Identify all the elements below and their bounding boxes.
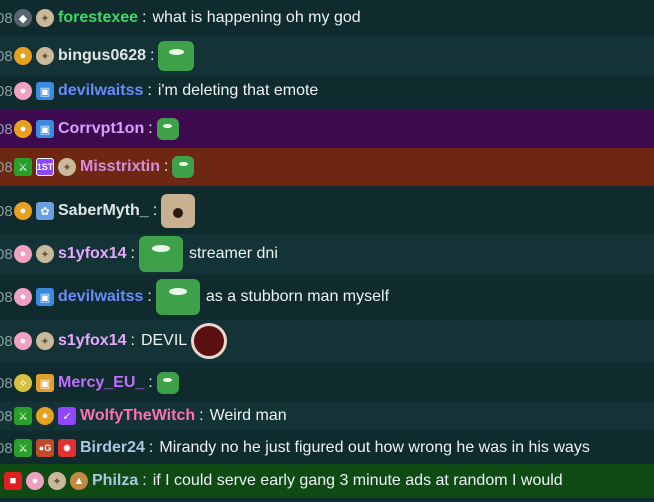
apple-badge-icon[interactable]: ● xyxy=(26,472,44,490)
timestamp: 08 xyxy=(0,82,13,100)
message-text: Mirandy no he just figured out how wrong… xyxy=(159,439,590,456)
frog-emote-icon[interactable] xyxy=(138,236,183,272)
message-text: what is happening oh my god xyxy=(152,9,361,26)
first-badge-icon[interactable]: 1ST xyxy=(36,158,54,176)
message-text: streamer dni xyxy=(188,245,278,262)
timestamp: 08 xyxy=(0,374,13,392)
chat-message: 08 ⚔ ● ✓ WolfyTheWitch: Weird man xyxy=(0,401,654,431)
gift-badge-icon[interactable]: ▣ xyxy=(36,374,54,392)
username[interactable]: Corrvpt1on xyxy=(58,120,144,138)
apple-badge-icon[interactable]: ● xyxy=(14,332,32,350)
username[interactable]: Mercy_EU_ xyxy=(58,374,144,392)
frog-emote-icon[interactable] xyxy=(158,41,195,71)
username[interactable]: forestexee xyxy=(58,9,138,27)
chat-message: 08 ● ▣ devilwaitss: i'm deleting that em… xyxy=(0,77,654,105)
message-text: i'm deleting that emote xyxy=(157,82,319,99)
timestamp: 08 xyxy=(0,439,13,457)
timestamp: 08 xyxy=(0,245,13,263)
timestamp: 08 xyxy=(0,9,13,27)
gift-badge-icon[interactable]: ▣ xyxy=(36,120,54,138)
wand-badge-icon[interactable]: ✧ xyxy=(14,374,32,392)
username[interactable]: SaberMyth_ xyxy=(58,202,149,220)
message-text: Weird man xyxy=(209,407,287,424)
star-badge-icon[interactable]: ✦ xyxy=(36,332,54,350)
chat-message: 08 ● ✦ s1yfox14: DEVIL xyxy=(0,320,654,362)
dog-emote-icon[interactable] xyxy=(161,194,196,228)
apple-badge-icon[interactable]: ● xyxy=(14,245,32,263)
message-text: if I could serve early gang 3 minute ads… xyxy=(152,472,563,489)
chat-message: 08 ● ✦ bingus0628: xyxy=(0,36,654,76)
mod-sword-icon[interactable]: ⚔ xyxy=(14,407,32,425)
timestamp: 08 xyxy=(0,120,13,138)
chat-message: 08 ◆ ✦ forestexee: what is happening oh … xyxy=(0,4,654,32)
frog-emote-icon[interactable] xyxy=(156,372,179,394)
username[interactable]: s1yfox14 xyxy=(58,332,127,350)
timestamp: 08 xyxy=(0,158,13,176)
message-text: as a stubborn man myself xyxy=(205,288,390,305)
gift-badge-icon[interactable]: ▣ xyxy=(36,82,54,100)
username[interactable]: Birder24 xyxy=(80,439,145,457)
chat-message: 08 ✧ ▣ Mercy_EU_: xyxy=(0,366,654,400)
chat-message: 08 ● ✿ SaberMyth_: xyxy=(0,190,654,232)
apple-badge-icon[interactable]: ● xyxy=(36,407,54,425)
chat-panel: 08 ◆ ✦ forestexee: what is happening oh … xyxy=(0,0,654,502)
apple-badge-icon[interactable]: ● xyxy=(14,120,32,138)
apple-badge-icon[interactable]: ● xyxy=(14,288,32,306)
username[interactable]: Misstrixtin xyxy=(80,158,160,176)
red-badge-icon[interactable]: ✸ xyxy=(58,439,76,457)
timestamp: 08 xyxy=(0,332,13,350)
username[interactable]: s1yfox14 xyxy=(58,245,127,263)
rock-badge-icon[interactable]: ▲ xyxy=(70,472,88,490)
chat-message: 08 ● ▣ devilwaitss: as a stubborn man my… xyxy=(0,276,654,318)
chat-message: 08 ● ✦ s1yfox14: streamer dni xyxy=(0,234,654,274)
star-badge-icon[interactable]: ✦ xyxy=(58,158,76,176)
star-badge-icon[interactable]: ✦ xyxy=(36,245,54,263)
apple-badge-icon[interactable]: ● xyxy=(14,47,32,65)
frog-emote-icon[interactable] xyxy=(155,279,200,315)
star-badge-icon[interactable]: ✦ xyxy=(36,47,54,65)
chat-message-highlighted: 08 ● ▣ Corrvpt1on: xyxy=(0,110,654,148)
timestamp: 08 xyxy=(0,288,13,306)
devil-emote-icon[interactable] xyxy=(191,323,228,359)
timestamp: 08 xyxy=(0,202,13,220)
username[interactable]: bingus0628 xyxy=(58,47,146,65)
username[interactable]: devilwaitss xyxy=(58,82,143,100)
username[interactable]: Philza xyxy=(92,472,138,490)
frog-emote-icon[interactable] xyxy=(172,156,195,178)
timestamp: 08 xyxy=(0,407,13,425)
username[interactable]: devilwaitss xyxy=(58,288,143,306)
timestamp: 08 xyxy=(0,47,13,65)
gift-badge-icon[interactable]: ▣ xyxy=(36,288,54,306)
chat-message-highlighted: 08 ⚔ 1ST ✦ Misstrixtin: xyxy=(0,148,654,186)
star-badge-icon[interactable]: ✦ xyxy=(36,9,54,27)
star-badge-icon[interactable]: ✦ xyxy=(48,472,66,490)
apple-badge-icon[interactable]: ● xyxy=(14,202,32,220)
tulip-badge-icon[interactable]: ✿ xyxy=(36,202,54,220)
gem-badge-icon[interactable]: ◆ xyxy=(14,9,32,27)
chat-message: 08 ⚔ ●G ✸ Birder24: Mirandy no he just f… xyxy=(0,433,654,463)
apple-badge-icon[interactable]: ● xyxy=(14,82,32,100)
username[interactable]: WolfyTheWitch xyxy=(80,407,195,425)
verified-badge-icon[interactable]: ✓ xyxy=(58,407,76,425)
mod-sword-icon[interactable]: ⚔ xyxy=(14,439,32,457)
mod-sword-icon[interactable]: ⚔ xyxy=(14,158,32,176)
chat-message-highlighted: ■ ● ✦ ▲ Philza: if I could serve early g… xyxy=(0,464,654,498)
frog-emote-icon[interactable] xyxy=(156,118,179,140)
apple-g-badge-icon[interactable]: ●G xyxy=(36,439,54,457)
message-text: DEVIL xyxy=(140,332,188,349)
recording-badge-icon[interactable]: ■ xyxy=(4,472,22,490)
